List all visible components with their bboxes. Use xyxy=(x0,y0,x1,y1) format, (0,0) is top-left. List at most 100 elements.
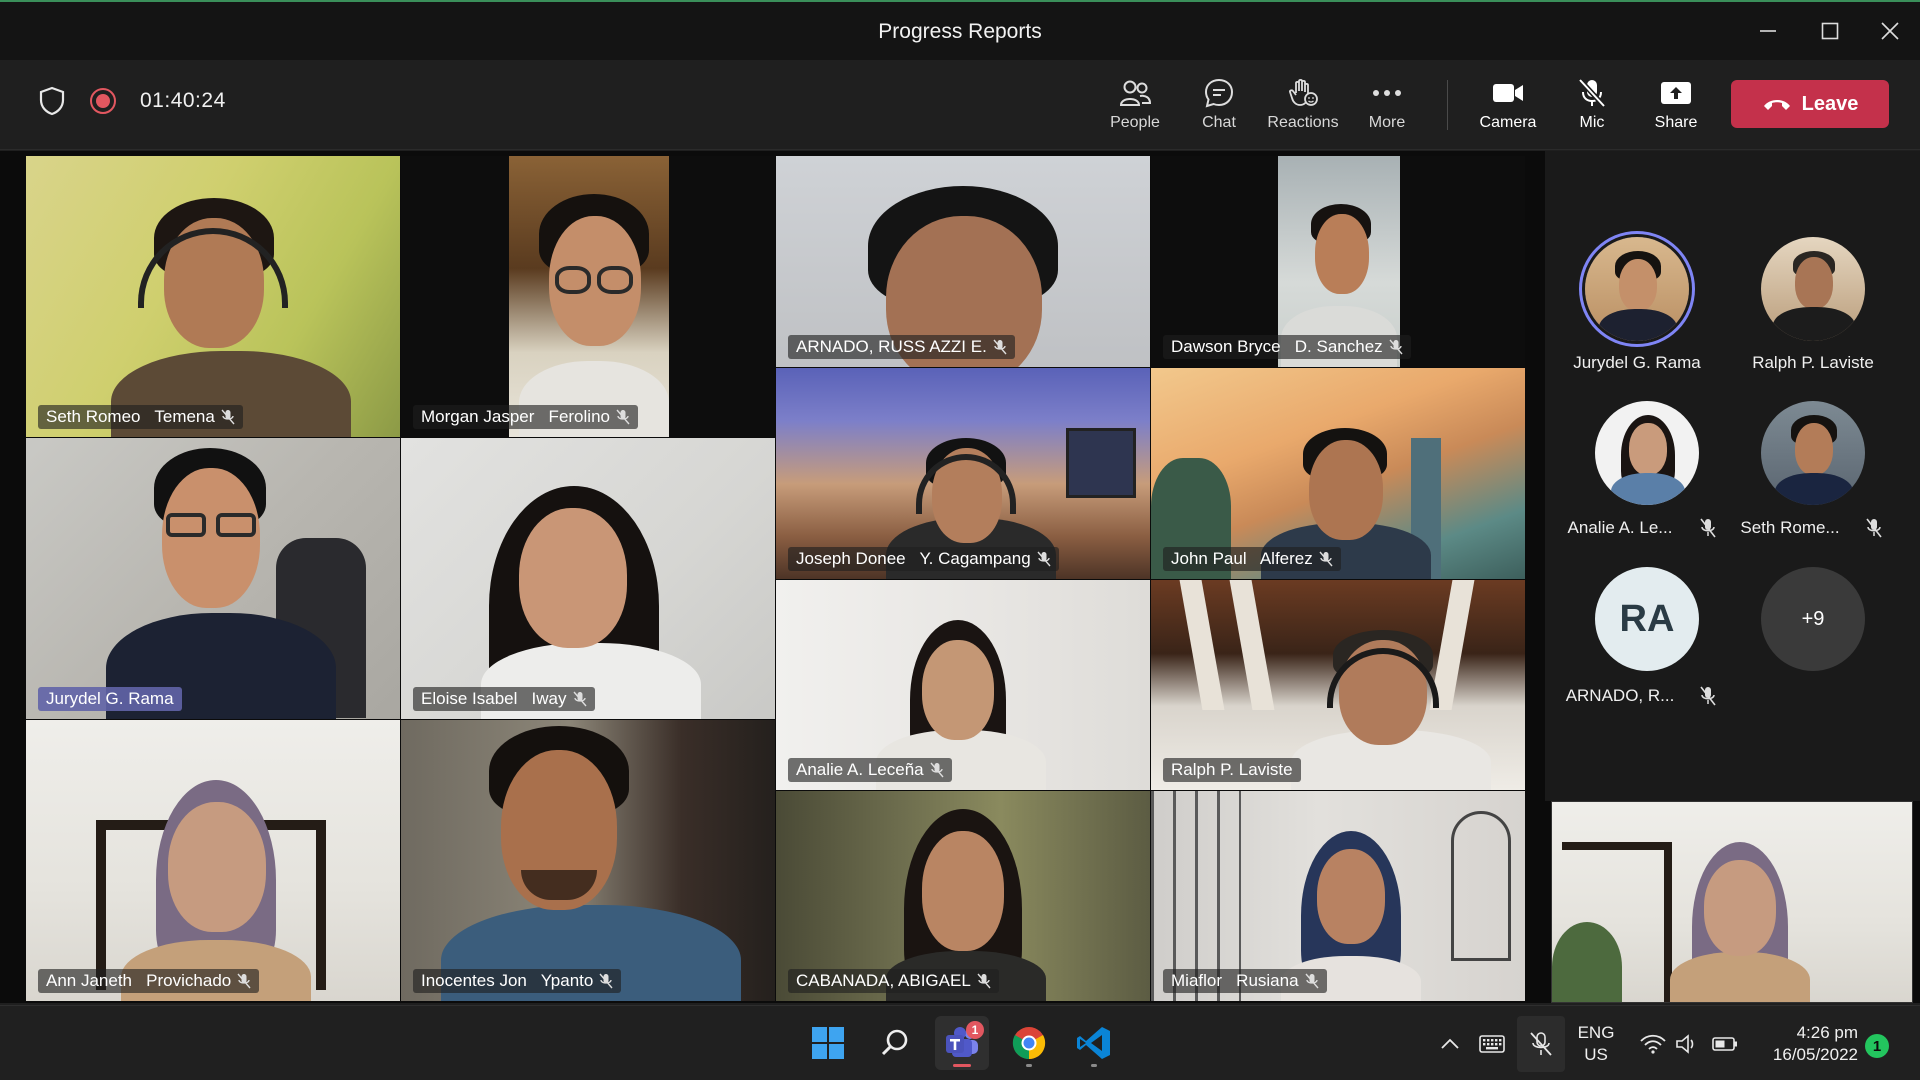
meeting-status: 01:40:24 xyxy=(38,86,226,116)
people-icon xyxy=(1119,80,1152,106)
mic-off-icon xyxy=(237,973,251,989)
microphone-tray-button[interactable] xyxy=(1517,1016,1565,1072)
vscode-icon xyxy=(1077,1027,1110,1059)
avatar[interactable] xyxy=(1595,401,1699,505)
participant-name: Ann Janeth Provichado xyxy=(38,969,260,993)
reactions-button[interactable]: Reactions xyxy=(1261,74,1345,138)
video-tile[interactable]: Miaflor Rusiana xyxy=(1151,791,1525,1001)
video-tile[interactable]: Morgan Jasper Ferolino xyxy=(401,156,775,437)
video-tile[interactable]: CABANADA, ABIGAEL xyxy=(776,791,1150,1001)
video-tile[interactable]: Analie A. Leceña xyxy=(776,580,1150,790)
people-label: People xyxy=(1110,114,1160,131)
notification-badge: 1 xyxy=(966,1021,984,1039)
speaker-icon xyxy=(1676,1033,1694,1054)
leave-label: Leave xyxy=(1801,92,1859,115)
mic-off-icon xyxy=(616,409,630,425)
chat-icon xyxy=(1204,78,1234,108)
close-window-button[interactable] xyxy=(1860,2,1920,60)
participant-name: Ralph P. Laviste xyxy=(1163,758,1301,782)
maximize-button[interactable] xyxy=(1800,2,1860,60)
avatar[interactable] xyxy=(1761,237,1865,341)
share-button[interactable]: Share xyxy=(1634,74,1718,138)
teams-taskbar-app[interactable]: 1 xyxy=(935,1016,989,1070)
input-language-indicator[interactable]: ENG US xyxy=(1568,1022,1624,1066)
people-button[interactable]: People xyxy=(1093,74,1177,138)
chrome-icon xyxy=(1012,1027,1046,1060)
participant-name: Joseph Donee Y. Cagampang xyxy=(788,547,1059,571)
video-tile[interactable]: Ralph P. Laviste xyxy=(1151,580,1525,790)
mic-off-icon xyxy=(993,339,1007,355)
system-clock[interactable]: 4:26 pm 16/05/2022 xyxy=(1748,1022,1858,1066)
participant-name: Seth Rome... xyxy=(1740,518,1840,537)
mic-off-icon xyxy=(1389,339,1403,355)
participant-name: Miaflor Rusiana xyxy=(1163,969,1327,993)
avatar-initials[interactable]: RA xyxy=(1595,567,1699,671)
participant-name: ARNADO, R... xyxy=(1565,686,1675,705)
search-button[interactable] xyxy=(868,1016,922,1070)
participant-name: Seth Romeo Temena xyxy=(38,405,243,429)
mic-off-icon xyxy=(1319,551,1333,567)
video-tile[interactable]: Eloise Isabel Iway xyxy=(401,438,775,719)
start-button[interactable] xyxy=(801,1016,855,1070)
mic-off-icon xyxy=(572,691,587,707)
participant-name: Morgan Jasper Ferolino xyxy=(413,405,638,429)
more-button[interactable]: More xyxy=(1345,74,1429,138)
search-icon xyxy=(881,1029,908,1056)
mic-off-icon xyxy=(1700,686,1716,706)
minimize-button[interactable] xyxy=(1738,2,1798,60)
mic-off-icon xyxy=(1305,973,1319,989)
maximize-icon xyxy=(1821,22,1839,40)
participant-name: Analie A. Leceña xyxy=(788,758,952,782)
battery-status[interactable] xyxy=(1708,1006,1742,1080)
camera-button[interactable]: Camera xyxy=(1466,74,1550,138)
more-label: More xyxy=(1368,114,1406,131)
video-tile[interactable]: Jurydel G. Rama xyxy=(26,438,400,719)
reactions-label: Reactions xyxy=(1267,114,1339,131)
toolbar-divider xyxy=(1447,80,1448,130)
self-view-video[interactable] xyxy=(1551,801,1913,1003)
chrome-taskbar-app[interactable] xyxy=(1002,1016,1056,1070)
touch-keyboard-button[interactable] xyxy=(1472,1006,1512,1080)
vscode-taskbar-app[interactable] xyxy=(1067,1016,1121,1070)
mic-off-icon xyxy=(930,762,944,778)
leave-button[interactable]: Leave xyxy=(1731,80,1889,128)
mic-button[interactable]: Mic xyxy=(1550,74,1634,138)
video-tile[interactable]: John Paul Alferez xyxy=(1151,368,1525,579)
video-tile[interactable]: Ann Janeth Provichado xyxy=(26,720,400,1001)
mic-off-icon xyxy=(1037,551,1051,567)
wifi-icon xyxy=(1640,1034,1666,1054)
volume-status[interactable] xyxy=(1672,1006,1702,1080)
participant-name: Eloise Isabel Iway xyxy=(413,687,595,711)
video-tile[interactable]: Dawson Bryce D. Sanchez xyxy=(1151,156,1525,367)
shield-icon[interactable] xyxy=(38,86,66,116)
battery-icon xyxy=(1712,1036,1737,1051)
camera-label: Camera xyxy=(1479,114,1537,131)
avatar[interactable] xyxy=(1761,401,1865,505)
more-icon xyxy=(1373,90,1401,96)
mic-off-icon xyxy=(221,409,235,425)
hang-up-icon xyxy=(1763,100,1790,110)
window-title: Progress Reports xyxy=(878,20,1042,43)
participant-name: John Paul Alferez xyxy=(1163,547,1341,571)
mic-off-icon xyxy=(1530,1032,1552,1056)
participant-name: CABANADA, ABIGAEL xyxy=(788,969,999,993)
chat-button[interactable]: Chat xyxy=(1177,74,1261,138)
more-participants-button[interactable]: +9 xyxy=(1761,567,1865,671)
video-tile[interactable]: Seth Romeo Temena xyxy=(26,156,400,437)
raise-hand-icon xyxy=(1289,78,1318,106)
share-label: Share xyxy=(1654,114,1698,131)
participant-name: Analie A. Le... xyxy=(1567,518,1673,537)
recording-icon xyxy=(90,88,116,114)
avatar[interactable] xyxy=(1585,237,1689,341)
wifi-status[interactable] xyxy=(1636,1006,1670,1080)
video-tile[interactable]: Inocentes Jon Ypanto xyxy=(401,720,775,1001)
video-tile[interactable]: Joseph Donee Y. Cagampang xyxy=(776,368,1150,579)
participant-name: Inocentes Jon Ypanto xyxy=(413,969,622,993)
video-tile[interactable]: ARNADO, RUSS AZZI E. xyxy=(776,156,1150,367)
running-app-indicator xyxy=(1026,1064,1032,1067)
camera-icon xyxy=(1493,84,1523,102)
notification-center-badge[interactable]: 1 xyxy=(1865,1034,1889,1058)
show-hidden-icons-button[interactable] xyxy=(1432,1006,1468,1080)
running-app-indicator xyxy=(1091,1064,1097,1067)
chat-label: Chat xyxy=(1202,114,1236,131)
